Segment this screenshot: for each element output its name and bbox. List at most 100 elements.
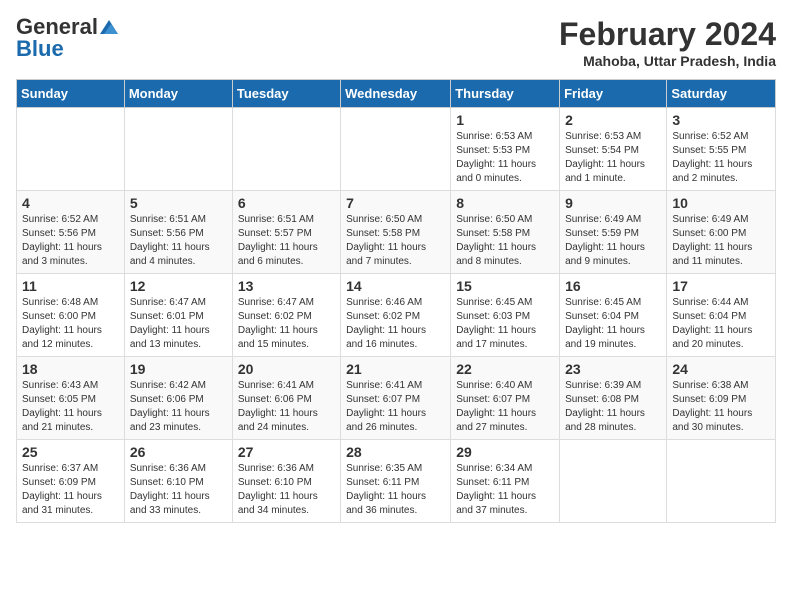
calendar-cell — [17, 108, 125, 191]
day-info: Sunrise: 6:51 AMSunset: 5:56 PMDaylight:… — [130, 213, 227, 269]
day-number: 25 — [22, 444, 119, 460]
calendar-table: SundayMondayTuesdayWednesdayThursdayFrid… — [16, 79, 776, 523]
day-info: Sunrise: 6:49 AMSunset: 6:00 PMDaylight:… — [672, 213, 770, 269]
col-header-saturday: Saturday — [667, 80, 776, 108]
day-info: Sunrise: 6:40 AMSunset: 6:07 PMDaylight:… — [456, 379, 554, 435]
day-info: Sunrise: 6:52 AMSunset: 5:55 PMDaylight:… — [672, 130, 770, 186]
day-number: 23 — [565, 361, 661, 377]
day-number: 27 — [238, 444, 335, 460]
day-number: 1 — [456, 112, 554, 128]
day-info: Sunrise: 6:37 AMSunset: 6:09 PMDaylight:… — [22, 462, 119, 518]
location: Mahoba, Uttar Pradesh, India — [559, 53, 776, 69]
calendar-week-row: 11 Sunrise: 6:48 AMSunset: 6:00 PMDayligh… — [17, 274, 776, 357]
day-info: Sunrise: 6:51 AMSunset: 5:57 PMDaylight:… — [238, 213, 335, 269]
logo-icon — [100, 20, 118, 34]
calendar-cell: 22Sunrise: 6:40 AMSunset: 6:07 PMDayligh… — [451, 357, 560, 440]
day-info: Sunrise: 6:47 AMSunset: 6:02 PMDaylight:… — [238, 296, 335, 352]
day-info: Sunrise: 6:47 AMSunset: 6:01 PMDaylight:… — [130, 296, 227, 352]
calendar-cell — [232, 108, 340, 191]
calendar-cell: 19 Sunrise: 6:42 AMSunset: 6:06 PMDayligh… — [124, 357, 232, 440]
calendar-cell: 12 Sunrise: 6:47 AMSunset: 6:01 PMDayligh… — [124, 274, 232, 357]
calendar-cell: 2 Sunrise: 6:53 AMSunset: 5:54 PMDaylight… — [560, 108, 667, 191]
day-number: 6 — [238, 195, 335, 211]
day-number: 5 — [130, 195, 227, 211]
logo: General Blue — [16, 16, 118, 61]
day-number: 12 — [130, 278, 227, 294]
calendar-cell: 26Sunrise: 6:36 AMSunset: 6:10 PMDayligh… — [124, 440, 232, 523]
day-info: Sunrise: 6:50 AMSunset: 5:58 PMDaylight:… — [346, 213, 445, 269]
calendar-header-row: SundayMondayTuesdayWednesdayThursdayFrid… — [17, 80, 776, 108]
calendar-cell — [124, 108, 232, 191]
day-info: Sunrise: 6:52 AMSunset: 5:56 PMDaylight:… — [22, 213, 119, 269]
calendar-week-row: 18 Sunrise: 6:43 AMSunset: 6:05 PMDayligh… — [17, 357, 776, 440]
calendar-week-row: 1 Sunrise: 6:53 AMSunset: 5:53 PMDaylight… — [17, 108, 776, 191]
calendar-cell: 11 Sunrise: 6:48 AMSunset: 6:00 PMDayligh… — [17, 274, 125, 357]
day-info: Sunrise: 6:46 AMSunset: 6:02 PMDaylight:… — [346, 296, 445, 352]
calendar-cell: 4 Sunrise: 6:52 AMSunset: 5:56 PMDaylight… — [17, 191, 125, 274]
day-number: 8 — [456, 195, 554, 211]
calendar-cell: 10 Sunrise: 6:49 AMSunset: 6:00 PMDayligh… — [667, 191, 776, 274]
calendar-cell: 1 Sunrise: 6:53 AMSunset: 5:53 PMDaylight… — [451, 108, 560, 191]
calendar-cell: 25 Sunrise: 6:37 AMSunset: 6:09 PMDayligh… — [17, 440, 125, 523]
day-info: Sunrise: 6:49 AMSunset: 5:59 PMDaylight:… — [565, 213, 661, 269]
col-header-friday: Friday — [560, 80, 667, 108]
calendar-cell: 8 Sunrise: 6:50 AMSunset: 5:58 PMDaylight… — [451, 191, 560, 274]
col-header-monday: Monday — [124, 80, 232, 108]
title-area: February 2024 Mahoba, Uttar Pradesh, Ind… — [559, 16, 776, 69]
day-info: Sunrise: 6:48 AMSunset: 6:00 PMDaylight:… — [22, 296, 119, 352]
calendar-cell: 7 Sunrise: 6:50 AMSunset: 5:58 PMDaylight… — [341, 191, 451, 274]
calendar-cell — [341, 108, 451, 191]
day-number: 16 — [565, 278, 661, 294]
calendar-cell: 16 Sunrise: 6:45 AMSunset: 6:04 PMDayligh… — [560, 274, 667, 357]
day-info: Sunrise: 6:53 AMSunset: 5:54 PMDaylight:… — [565, 130, 661, 186]
day-info: Sunrise: 6:43 AMSunset: 6:05 PMDaylight:… — [22, 379, 119, 435]
day-info: Sunrise: 6:41 AMSunset: 6:06 PMDaylight:… — [238, 379, 335, 435]
col-header-tuesday: Tuesday — [232, 80, 340, 108]
calendar-cell: 3 Sunrise: 6:52 AMSunset: 5:55 PMDaylight… — [667, 108, 776, 191]
calendar-cell: 21 Sunrise: 6:41 AMSunset: 6:07 PMDayligh… — [341, 357, 451, 440]
day-info: Sunrise: 6:35 AMSunset: 6:11 PMDaylight:… — [346, 462, 445, 518]
day-number: 11 — [22, 278, 119, 294]
calendar-cell: 9 Sunrise: 6:49 AMSunset: 5:59 PMDaylight… — [560, 191, 667, 274]
day-number: 4 — [22, 195, 119, 211]
calendar-cell: 17 Sunrise: 6:44 AMSunset: 6:04 PMDayligh… — [667, 274, 776, 357]
day-number: 13 — [238, 278, 335, 294]
day-number: 18 — [22, 361, 119, 377]
day-number: 19 — [130, 361, 227, 377]
logo-text: General — [16, 16, 98, 38]
day-number: 21 — [346, 361, 445, 377]
day-info: Sunrise: 6:36 AMSunset: 6:10 PMDaylight:… — [130, 462, 227, 518]
day-number: 3 — [672, 112, 770, 128]
day-number: 15 — [456, 278, 554, 294]
day-info: Sunrise: 6:34 AMSunset: 6:11 PMDaylight:… — [456, 462, 554, 518]
calendar-cell: 18 Sunrise: 6:43 AMSunset: 6:05 PMDayligh… — [17, 357, 125, 440]
day-info: Sunrise: 6:45 AMSunset: 6:04 PMDaylight:… — [565, 296, 661, 352]
col-header-wednesday: Wednesday — [341, 80, 451, 108]
day-info: Sunrise: 6:44 AMSunset: 6:04 PMDaylight:… — [672, 296, 770, 352]
day-number: 7 — [346, 195, 445, 211]
day-number: 9 — [565, 195, 661, 211]
day-number: 10 — [672, 195, 770, 211]
day-number: 17 — [672, 278, 770, 294]
day-number: 29 — [456, 444, 554, 460]
day-info: Sunrise: 6:45 AMSunset: 6:03 PMDaylight:… — [456, 296, 554, 352]
day-number: 2 — [565, 112, 661, 128]
day-info: Sunrise: 6:50 AMSunset: 5:58 PMDaylight:… — [456, 213, 554, 269]
day-info: Sunrise: 6:53 AMSunset: 5:53 PMDaylight:… — [456, 130, 554, 186]
calendar-cell: 15 Sunrise: 6:45 AMSunset: 6:03 PMDayligh… — [451, 274, 560, 357]
month-year: February 2024 — [559, 16, 776, 53]
day-number: 24 — [672, 361, 770, 377]
calendar-week-row: 25 Sunrise: 6:37 AMSunset: 6:09 PMDayligh… — [17, 440, 776, 523]
day-info: Sunrise: 6:39 AMSunset: 6:08 PMDaylight:… — [565, 379, 661, 435]
calendar-cell: 6 Sunrise: 6:51 AMSunset: 5:57 PMDaylight… — [232, 191, 340, 274]
calendar-cell — [667, 440, 776, 523]
col-header-thursday: Thursday — [451, 80, 560, 108]
day-info: Sunrise: 6:42 AMSunset: 6:06 PMDaylight:… — [130, 379, 227, 435]
calendar-cell: 24Sunrise: 6:38 AMSunset: 6:09 PMDayligh… — [667, 357, 776, 440]
calendar-cell: 20Sunrise: 6:41 AMSunset: 6:06 PMDayligh… — [232, 357, 340, 440]
calendar-cell: 14Sunrise: 6:46 AMSunset: 6:02 PMDayligh… — [341, 274, 451, 357]
day-number: 28 — [346, 444, 445, 460]
day-info: Sunrise: 6:41 AMSunset: 6:07 PMDaylight:… — [346, 379, 445, 435]
calendar-cell: 5 Sunrise: 6:51 AMSunset: 5:56 PMDaylight… — [124, 191, 232, 274]
calendar-cell: 23 Sunrise: 6:39 AMSunset: 6:08 PMDayligh… — [560, 357, 667, 440]
